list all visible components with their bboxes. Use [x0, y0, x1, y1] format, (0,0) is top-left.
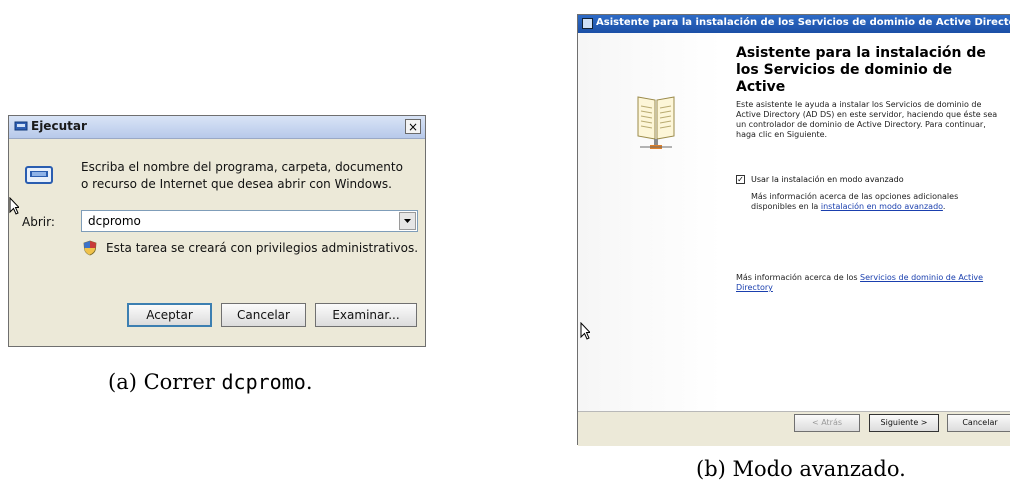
admin-note: Esta tarea se creará con privilegios adm… [106, 241, 419, 255]
wizard-cursor-icon [580, 322, 590, 340]
back-button: < Atrás [794, 414, 860, 432]
caption-a: (a) Correr dcpromo. [108, 370, 313, 394]
advanced-info: Más información acerca de las opciones a… [751, 192, 991, 212]
cancel-button[interactable]: Cancelar [221, 303, 306, 327]
advanced-mode-label[interactable]: Usar la instalación en modo avanzado [751, 175, 904, 184]
advanced-mode-checkbox[interactable]: ✓ [736, 175, 745, 184]
wizard-window-icon [582, 18, 593, 29]
advanced-mode-link[interactable]: instalación en modo avanzado [821, 202, 943, 211]
mouse-cursor-icon [9, 197, 19, 215]
run-title-bar[interactable]: Ejecutar × [9, 116, 425, 139]
caption-a-code: dcpromo [221, 370, 306, 394]
wizard-side-panel [578, 33, 722, 411]
command-combobox[interactable]: dcpromo [81, 210, 418, 232]
more-info: Más información acerca de los Servicios … [736, 273, 996, 293]
book-icon [637, 96, 675, 149]
browse-button[interactable]: Examinar... [315, 303, 417, 327]
wizard-title: Asistente para la instalación de los Ser… [596, 17, 1010, 28]
more-info-text: Más información acerca de los [736, 273, 861, 282]
run-description: Escriba el nombre del programa, carpeta,… [81, 160, 403, 191]
dropdown-button[interactable] [399, 212, 416, 230]
next-button[interactable]: Siguiente > [869, 414, 939, 432]
ok-button[interactable]: Aceptar [127, 303, 212, 327]
adds-wizard-window: Asistente para la instalación de los Ser… [577, 14, 1010, 446]
open-label: Abrir: [22, 215, 55, 229]
run-dialog: Ejecutar × Escriba el nombre del program… [8, 115, 426, 347]
chevron-down-icon [404, 219, 411, 223]
caption-b: (b) Modo avanzado. [696, 457, 906, 481]
run-title: Ejecutar [31, 119, 87, 133]
command-input[interactable]: dcpromo [88, 214, 141, 228]
run-program-icon [25, 166, 53, 184]
wizard-intro: Este asistente le ayuda a instalar los S… [736, 100, 998, 139]
close-button[interactable]: × [405, 119, 421, 134]
caption-a-suffix: . [305, 370, 313, 394]
uac-shield-icon [83, 240, 97, 256]
wizard-heading: Asistente para la instalación de los Ser… [736, 45, 986, 95]
wizard-cancel-button[interactable]: Cancelar [947, 414, 1010, 432]
wizard-title-bar[interactable]: Asistente para la instalación de los Ser… [578, 15, 1010, 33]
caption-a-prefix: (a) Correr [108, 370, 222, 394]
advanced-info-suffix: . [942, 202, 946, 211]
run-window-icon [14, 121, 28, 131]
